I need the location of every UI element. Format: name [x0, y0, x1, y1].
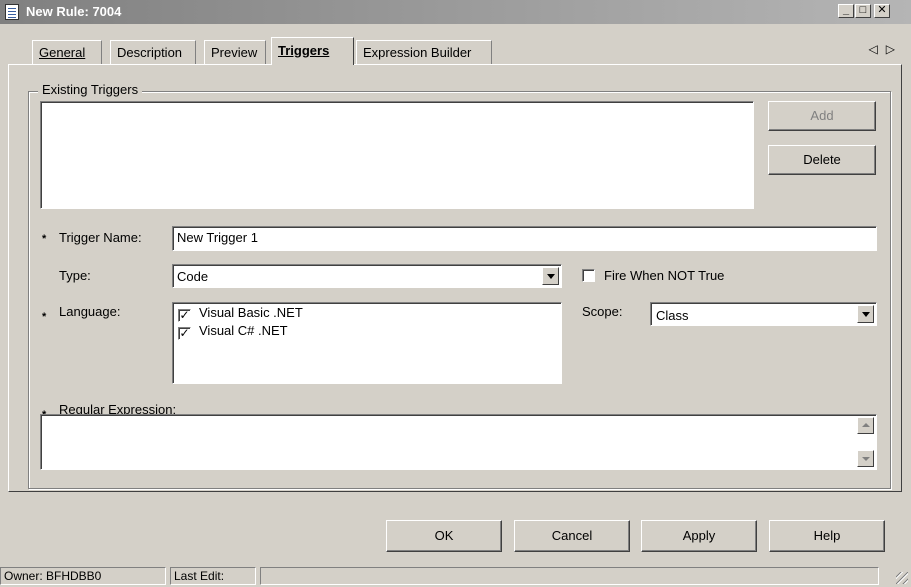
tab-description[interactable]: Description — [110, 40, 196, 64]
language-checkbox-vb[interactable]: ✓ — [178, 309, 191, 322]
existing-triggers-title: Existing Triggers — [38, 82, 143, 97]
tab-preview-label: Preview — [211, 45, 258, 60]
resize-grip-icon[interactable] — [896, 572, 908, 584]
scroll-up-icon[interactable] — [857, 417, 874, 434]
add-button[interactable]: Add — [768, 101, 876, 131]
language-list[interactable]: ✓ Visual Basic .NET ✓ Visual C# .NET — [172, 302, 562, 384]
chevron-down-icon[interactable] — [857, 305, 874, 323]
title-bar[interactable]: New Rule: 7004 _ □ ✕ — [0, 0, 911, 24]
trigger-name-input[interactable]: New Trigger 1 — [172, 226, 877, 251]
app-icon — [5, 4, 19, 20]
scroll-down-icon[interactable] — [857, 450, 874, 467]
required-marker: * — [42, 233, 47, 245]
close-button[interactable]: ✕ — [874, 4, 890, 18]
tab-expression-builder-label: Expression Builder — [363, 45, 472, 60]
type-select[interactable]: Code — [172, 264, 562, 288]
fire-when-not-true-checkbox[interactable] — [582, 269, 595, 282]
status-last-edit: Last Edit: — [170, 567, 256, 585]
tab-scroll-left-icon[interactable]: ◁ — [869, 42, 886, 56]
tab-preview[interactable]: Preview — [204, 40, 266, 64]
scope-select[interactable]: Class — [650, 302, 877, 326]
apply-button[interactable]: Apply — [641, 520, 757, 552]
type-label: Type: — [59, 268, 91, 283]
language-label: Language: — [59, 304, 121, 319]
status-bar: Owner: BFHDBB0 Last Edit: — [0, 564, 911, 587]
language-checkbox-cs[interactable]: ✓ — [178, 327, 191, 340]
maximize-button[interactable]: □ — [855, 4, 871, 18]
scope-select-value: Class — [656, 308, 689, 323]
regex-textarea[interactable] — [40, 414, 877, 470]
window-title: New Rule: 7004 — [26, 4, 122, 19]
trigger-name-label: Trigger Name: — [59, 230, 142, 245]
cancel-button[interactable]: Cancel — [514, 520, 630, 552]
chevron-down-icon[interactable] — [542, 267, 559, 285]
status-extra — [260, 567, 879, 585]
scope-label: Scope: — [582, 304, 623, 319]
type-select-value: Code — [177, 269, 209, 284]
tab-scroll-arrows[interactable]: ◁▷ — [869, 42, 903, 56]
help-button[interactable]: Help — [769, 520, 885, 552]
fire-when-not-true-label: Fire When NOT True — [604, 268, 725, 283]
language-item-cs-label: Visual C# .NET — [199, 323, 288, 338]
tab-description-label: Description — [117, 45, 183, 60]
tab-triggers-label: Triggers — [278, 43, 330, 58]
status-owner: Owner: BFHDBB0 — [0, 567, 166, 585]
tab-general-label: General — [39, 45, 86, 60]
tab-scroll-right-icon[interactable]: ▷ — [886, 42, 903, 56]
tab-triggers[interactable]: Triggers — [271, 37, 354, 65]
existing-triggers-list[interactable] — [40, 101, 754, 209]
tab-expression-builder[interactable]: Expression Builder — [356, 40, 492, 64]
tab-general[interactable]: General — [32, 40, 102, 64]
required-marker: * — [42, 311, 47, 323]
language-item-vb-label: Visual Basic .NET — [199, 305, 303, 320]
ok-button[interactable]: OK — [386, 520, 502, 552]
minimize-button[interactable]: _ — [838, 4, 854, 18]
delete-button[interactable]: Delete — [768, 145, 876, 175]
